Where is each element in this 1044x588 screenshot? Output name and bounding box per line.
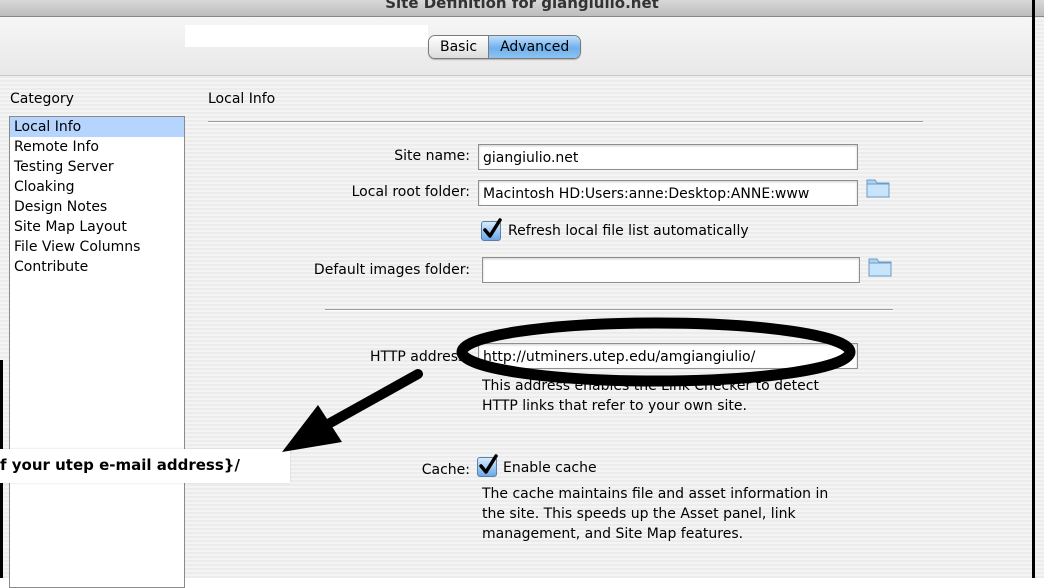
highlight-ellipse (456, 317, 856, 387)
annotation-overlay (282, 317, 856, 452)
annotation-arrow-shaft (325, 369, 423, 428)
annotation-arrow-head (282, 405, 342, 452)
